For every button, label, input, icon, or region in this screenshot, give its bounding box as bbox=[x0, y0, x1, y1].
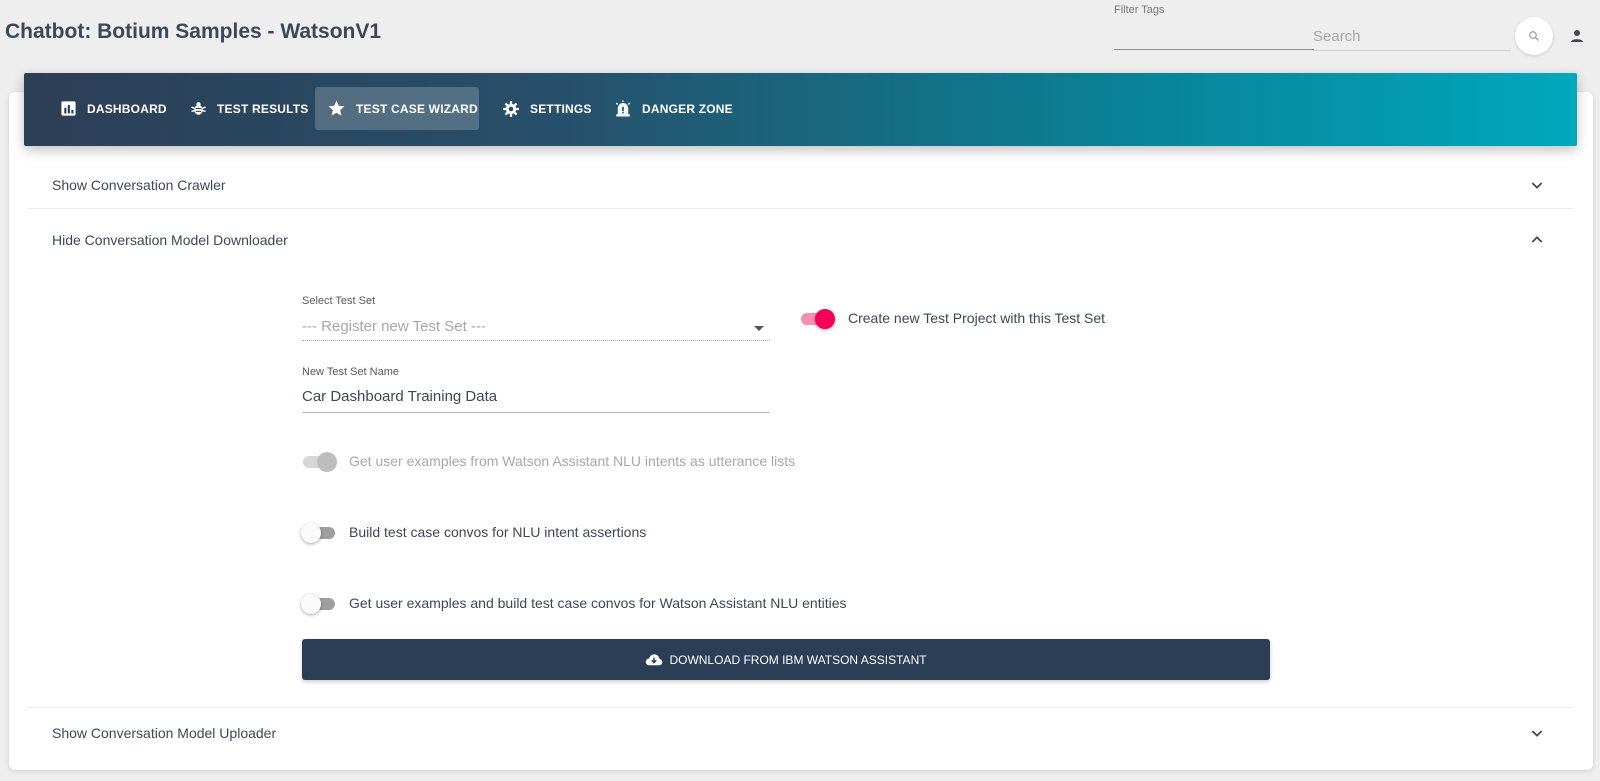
new-test-set-name-value: Car Dashboard Training Data bbox=[302, 388, 498, 405]
chevron-down-icon[interactable] bbox=[1529, 725, 1545, 741]
star-icon bbox=[328, 100, 345, 116]
tab-dashboard[interactable]: DASHBOARD bbox=[48, 87, 179, 130]
select-test-set-value: --- Register new Test Set --- bbox=[302, 318, 486, 335]
cloud-download-icon bbox=[646, 653, 663, 665]
tab-test-case-wizard-label: TEST CASE WIZARD bbox=[356, 101, 478, 116]
top-bar: Chatbot: Botium Samples - WatsonV1 Filte… bbox=[0, 0, 1600, 70]
panel-conversation-crawler-title: Show Conversation Crawler bbox=[52, 177, 226, 193]
alarm-icon bbox=[615, 99, 631, 116]
gear-icon bbox=[503, 100, 519, 117]
intent-assertions-label: Build test case convos for NLU intent as… bbox=[349, 524, 647, 540]
tab-settings-label: SETTINGS bbox=[530, 101, 592, 116]
search-icon bbox=[1529, 31, 1539, 41]
panel-conversation-model-downloader: Hide Conversation Model Downloader bbox=[28, 209, 1573, 708]
intents-utterance-toggle bbox=[301, 450, 337, 472]
user-icon[interactable] bbox=[1568, 27, 1586, 45]
tab-test-case-wizard[interactable]: TEST CASE WIZARD bbox=[315, 87, 479, 130]
search-input[interactable] bbox=[1313, 22, 1511, 51]
tab-danger-zone[interactable]: DANGER ZONE bbox=[602, 87, 745, 130]
filter-tags-label: Filter Tags bbox=[1114, 4, 1165, 16]
panel-conversation-model-uploader[interactable]: Show Conversation Model Uploader bbox=[28, 708, 1573, 757]
intents-utterance-label: Get user examples from Watson Assistant … bbox=[349, 453, 796, 469]
create-test-project-toggle[interactable] bbox=[799, 307, 835, 329]
tab-navigation: DASHBOARD TEST RESULTS TEST CASE WIZARD bbox=[24, 73, 1577, 146]
tab-dashboard-label: DASHBOARD bbox=[87, 101, 167, 116]
panel-conversation-model-uploader-title: Show Conversation Model Uploader bbox=[52, 725, 277, 741]
filter-tags-input[interactable] bbox=[1114, 49, 1314, 50]
new-test-set-name-label: New Test Set Name bbox=[302, 366, 400, 378]
chevron-down-icon[interactable] bbox=[1529, 177, 1545, 193]
new-test-set-name-input[interactable]: Car Dashboard Training Data bbox=[302, 381, 770, 413]
entities-convos-toggle[interactable] bbox=[301, 592, 337, 614]
chevron-up-icon[interactable] bbox=[1529, 232, 1545, 248]
intent-assertions-toggle[interactable] bbox=[301, 521, 337, 543]
tab-danger-zone-label: DANGER ZONE bbox=[642, 101, 733, 116]
panel-conversation-model-downloader-title[interactable]: Hide Conversation Model Downloader bbox=[52, 232, 288, 248]
select-test-set-dropdown[interactable]: --- Register new Test Set --- bbox=[302, 311, 770, 341]
panel-conversation-crawler[interactable]: Show Conversation Crawler bbox=[28, 161, 1573, 209]
page-title: Chatbot: Botium Samples - WatsonV1 bbox=[5, 20, 382, 43]
bar-chart-icon bbox=[61, 101, 76, 116]
download-button-label: DOWNLOAD FROM IBM WATSON ASSISTANT bbox=[669, 652, 927, 667]
tab-settings[interactable]: SETTINGS bbox=[490, 87, 604, 130]
entities-convos-label: Get user examples and build test case co… bbox=[349, 595, 847, 611]
select-test-set-label: Select Test Set bbox=[302, 295, 376, 307]
download-from-watson-button[interactable]: DOWNLOAD FROM IBM WATSON ASSISTANT bbox=[302, 639, 1270, 680]
bug-icon bbox=[191, 102, 206, 115]
tab-test-results-label: TEST RESULTS bbox=[217, 101, 309, 116]
caret-down-icon bbox=[754, 326, 764, 331]
create-test-project-label: Create new Test Project with this Test S… bbox=[848, 310, 1106, 326]
tab-test-results[interactable]: TEST RESULTS bbox=[178, 87, 321, 130]
search-button[interactable] bbox=[1515, 17, 1553, 55]
